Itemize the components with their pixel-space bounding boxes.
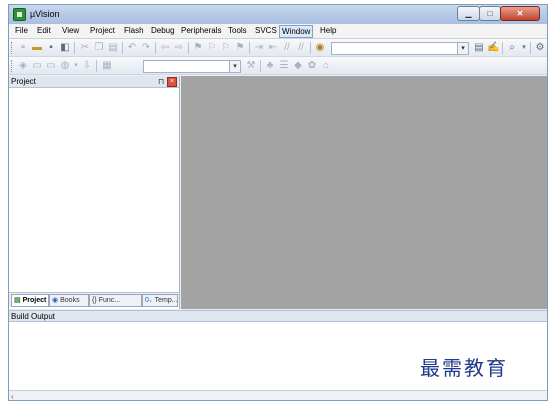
menu-file[interactable]: File [13,26,30,35]
build-output-title: Build Output [11,312,56,321]
toolbar-separator [310,42,311,54]
unindent-icon[interactable]: ⇤ [267,42,279,54]
menu-window[interactable]: Window [279,25,314,38]
menu-bar: File Edit View Project Flash Debug Perip… [9,24,547,39]
file-toolbar: ▫ ▬ ▪ ◧ ✂ ❐ ▤ ↶ ↷ ⇦ ⇨ ⚑ ⚐ ⚐ ⚑ ⇥ ⇤ // // … [9,39,547,57]
toolbar-grip[interactable] [11,60,14,72]
toolbar-separator [122,42,123,54]
build-icon[interactable]: ▭ [31,60,43,72]
toolbar-separator [155,42,156,54]
download-icon[interactable]: ⇩ [81,60,93,72]
toolbar-separator [249,42,250,54]
menu-svcs[interactable]: SVCS [253,26,279,35]
cut-icon[interactable]: ✂ [79,42,91,54]
menu-help[interactable]: Help [318,26,338,35]
select-packs-icon[interactable]: ◆ [292,60,304,72]
project-panel: Project ⊓ × ▤ Project ◉ Books {} Func... 0₊… [9,76,180,309]
paste-icon[interactable]: ▤ [107,42,119,54]
toolbar-separator [188,42,189,54]
redo-icon[interactable]: ↷ [140,42,152,54]
next-bookmark-icon[interactable]: ⚐ [220,42,232,54]
rebuild-icon[interactable]: ▭ [45,60,57,72]
tab-functions[interactable]: {} Func... [89,294,142,307]
menu-edit[interactable]: Edit [35,26,53,35]
options-for-target-icon[interactable]: ⚒ [245,60,257,72]
project-tab-icon: ▤ [14,297,21,304]
zoom-icon[interactable]: ⌕ [506,42,518,54]
project-panel-tabs: ▤ Project ◉ Books {} Func... 0₊ Temp... [9,292,179,307]
translate-icon[interactable]: ◈ [17,60,29,72]
navigate-back-icon[interactable]: ⇦ [159,42,171,54]
indent-icon[interactable]: ⇥ [253,42,265,54]
new-file-icon[interactable]: ▫ [17,42,29,54]
menu-project[interactable]: Project [88,26,117,35]
incremental-find-icon[interactable]: ✍ [487,42,499,54]
uvision-app-icon [13,8,26,21]
run-time-environment-icon[interactable]: ⌂ [320,60,332,72]
toolbar-separator [96,60,97,72]
maximize-button[interactable]: □ [479,6,501,21]
scroll-left-icon[interactable]: ‹ [11,392,14,400]
tab-templates[interactable]: 0₊ Temp... [142,294,178,307]
copy-icon[interactable]: ❐ [93,42,105,54]
panel-close-icon[interactable]: × [167,77,177,87]
previous-bookmark-icon[interactable]: ⚐ [206,42,218,54]
watermark-text: 最需教育 [420,356,508,380]
undo-icon[interactable]: ↶ [126,42,138,54]
build-toolbar: ◈ ▭ ▭ ◍ ▾ ⇩ ▦ ▾ ⚒ ♣ ☰ ◆ ✿ ⌂ [9,57,547,75]
find-icon[interactable]: ▤ [473,42,485,54]
horizontal-scrollbar[interactable]: ‹ [9,390,547,400]
uvision-window: µVision ▁ □ ✕ File Edit View Project Fla… [8,4,548,401]
comment-icon[interactable]: // [281,42,293,54]
project-panel-header: Project ⊓ × [9,76,179,88]
tab-books[interactable]: ◉ Books [49,294,89,307]
menu-tools[interactable]: Tools [226,26,249,35]
project-panel-title: Project [11,77,36,86]
file-extensions-icon[interactable]: ☰ [278,60,290,72]
find-combo[interactable]: ▾ [331,42,469,55]
menu-peripherals[interactable]: Peripherals [179,26,223,35]
configure-icon[interactable]: ⚙ [534,42,546,54]
manage-components-icon[interactable]: ♣ [264,60,276,72]
title-bar[interactable]: µVision ▁ □ ✕ [9,5,547,24]
clear-bookmarks-icon[interactable]: ⚑ [234,42,246,54]
open-folder-icon[interactable]: ▬ [31,42,43,54]
chevron-down-icon[interactable]: ▾ [229,61,240,72]
target-select[interactable]: ▾ [143,60,241,73]
toolbar-separator [530,42,531,54]
toolbar-grip[interactable] [11,42,14,54]
chevron-down-icon[interactable]: ▾ [457,43,468,54]
editor-area[interactable] [181,76,547,309]
save-icon[interactable]: ▪ [45,42,57,54]
minimize-button[interactable]: ▁ [457,6,480,21]
toolbar-separator [502,42,503,54]
menu-view[interactable]: View [60,26,81,35]
templates-tab-icon: 0₊ [145,297,153,304]
window-title: µVision [30,9,60,19]
toolbar-separator [74,42,75,54]
functions-tab-icon: {} [92,297,97,304]
toolbar-separator [260,60,261,72]
pack-installer-icon[interactable]: ✿ [306,60,318,72]
pin-icon[interactable]: ⊓ [158,77,164,86]
save-all-icon[interactable]: ◧ [59,42,71,54]
tab-project[interactable]: ▤ Project [11,294,49,307]
uncomment-icon[interactable]: // [295,42,307,54]
find-in-files-icon[interactable]: ◉ [314,42,326,54]
menu-flash[interactable]: Flash [122,26,146,35]
books-tab-icon: ◉ [52,297,59,304]
target-options-icon[interactable]: ▦ [101,60,113,72]
chevron-down-icon[interactable]: ▾ [518,42,530,54]
build-output-header: Build Output [9,310,547,322]
navigate-forward-icon[interactable]: ⇨ [173,42,185,54]
menu-debug[interactable]: Debug [149,26,177,35]
close-button[interactable]: ✕ [500,6,540,21]
insert-bookmark-icon[interactable]: ⚑ [192,42,204,54]
